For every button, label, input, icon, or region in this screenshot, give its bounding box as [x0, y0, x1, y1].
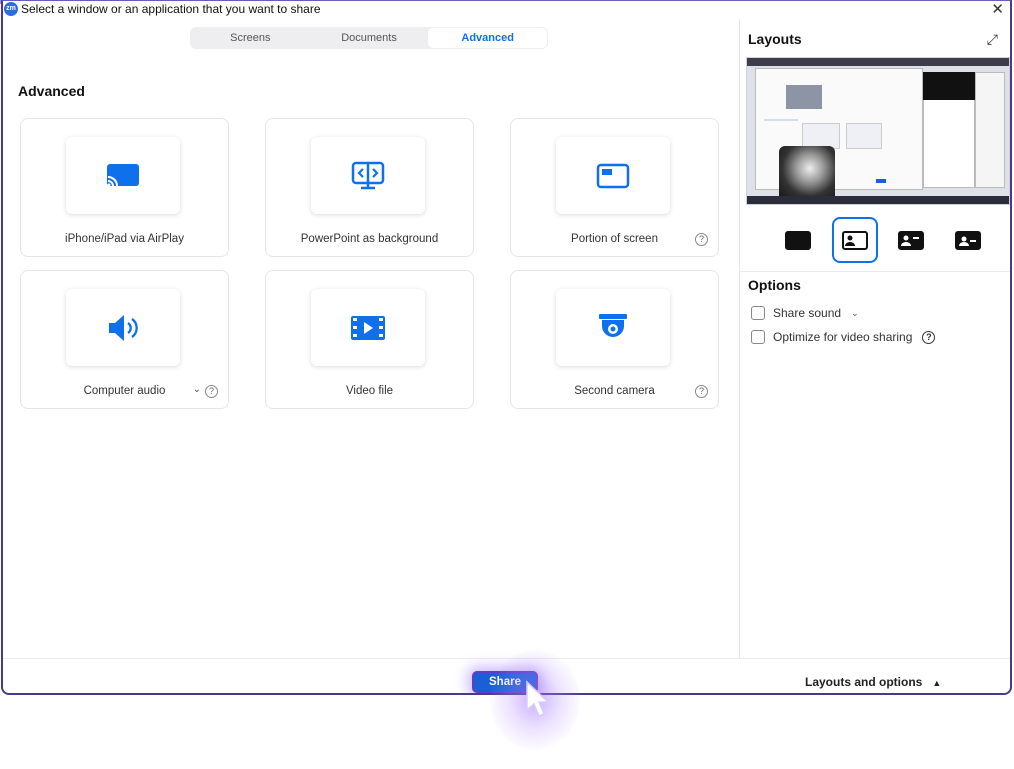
close-icon[interactable]: ✕ — [991, 1, 1004, 18]
camera-icon — [599, 313, 627, 337]
divider — [740, 271, 1010, 272]
layout-buttons — [740, 217, 1010, 263]
preview-window — [975, 72, 1005, 188]
card-label: Video file — [345, 385, 394, 397]
tab-documents[interactable]: Documents — [310, 28, 429, 48]
zoom-app-icon: zm — [4, 2, 18, 16]
tab-screens[interactable]: Screens — [191, 28, 310, 48]
layouts-and-options-label: Layouts and options — [805, 675, 923, 689]
preview-topbar — [747, 58, 1009, 66]
card-tile — [311, 289, 425, 366]
layout-presenter-center-button[interactable] — [945, 217, 991, 263]
layouts-title: Layouts — [748, 31, 802, 47]
share-window: zm Select a window or an application tha… — [1, 0, 1012, 695]
layout-preview — [746, 57, 1010, 205]
share-sound-checkbox[interactable] — [751, 306, 765, 320]
card-second-camera[interactable]: Second camera ? — [510, 270, 719, 409]
card-label: iPhone/iPad via AirPlay — [65, 233, 184, 245]
expand-icon[interactable]: ⤢ — [987, 31, 998, 48]
help-icon[interactable]: ? — [205, 385, 218, 398]
powerpoint-background-icon — [351, 161, 385, 189]
help-icon[interactable]: ? — [695, 385, 708, 398]
option-label: Share sound — [773, 306, 842, 320]
share-tabs: Screens Documents Advanced — [190, 27, 548, 49]
card-video-file[interactable]: Video file — [265, 270, 474, 409]
arrow-up-icon: ▲ — [932, 678, 942, 688]
card-label: Portion of screen — [571, 233, 658, 245]
window-title: Select a window or an application that y… — [21, 2, 321, 16]
option-optimize-video[interactable]: Optimize for video sharing ? — [751, 330, 936, 344]
footer-bar: Share Layouts and options ▲ — [3, 658, 1010, 693]
section-title: Advanced — [18, 83, 85, 99]
card-tile — [66, 137, 180, 214]
card-label: PowerPoint as background — [300, 233, 439, 245]
option-share-sound[interactable]: Share sound ⌄ — [751, 306, 859, 320]
presenter-card-icon — [898, 230, 924, 250]
video-file-icon — [351, 315, 385, 340]
help-icon[interactable]: ? — [695, 233, 708, 246]
card-powerpoint-background[interactable]: PowerPoint as background — [265, 118, 474, 257]
options-title: Options — [748, 277, 801, 293]
card-tile — [556, 137, 670, 214]
share-options-pane: Screens Documents Advanced Advanced iPho… — [3, 19, 739, 658]
card-computer-audio[interactable]: Computer audio ⌄ ? — [20, 270, 229, 409]
card-airplay[interactable]: iPhone/iPad via AirPlay — [20, 118, 229, 257]
screen-only-icon — [785, 230, 811, 250]
chevron-down-icon[interactable]: ⌄ — [851, 308, 859, 319]
layout-screen-presenter-button[interactable] — [832, 217, 878, 263]
airplay-icon — [107, 163, 139, 186]
help-icon[interactable]: ? — [922, 330, 936, 344]
layouts-panel: Layouts ⤢ Options Share sound ⌄ Optimize… — [739, 19, 1010, 658]
optimize-video-checkbox[interactable] — [751, 330, 765, 344]
layouts-and-options-toggle[interactable]: Layouts and options ▲ — [805, 675, 941, 689]
screen-presenter-icon — [842, 230, 868, 250]
title-bar: zm Select a window or an application tha… — [3, 1, 1010, 19]
card-label: Second camera — [574, 385, 655, 397]
speaker-icon — [109, 314, 138, 341]
card-tile — [311, 137, 425, 214]
share-button[interactable]: Share — [472, 671, 538, 693]
screen-portion-icon — [596, 163, 630, 188]
option-label: Optimize for video sharing — [773, 330, 913, 344]
chevron-down-icon[interactable]: ⌄ — [193, 384, 201, 395]
preview-taskbar — [747, 196, 1009, 204]
card-portion-of-screen[interactable]: Portion of screen ? — [510, 118, 719, 257]
layout-screen-only-button[interactable] — [775, 217, 821, 263]
layout-presenter-card-button[interactable] — [888, 217, 934, 263]
card-tile — [556, 289, 670, 366]
tab-advanced[interactable]: Advanced — [428, 28, 548, 48]
presenter-center-icon — [955, 230, 981, 250]
preview-dark-panel — [923, 72, 975, 100]
card-tile — [66, 289, 180, 366]
presenter-thumbnail — [779, 146, 835, 202]
